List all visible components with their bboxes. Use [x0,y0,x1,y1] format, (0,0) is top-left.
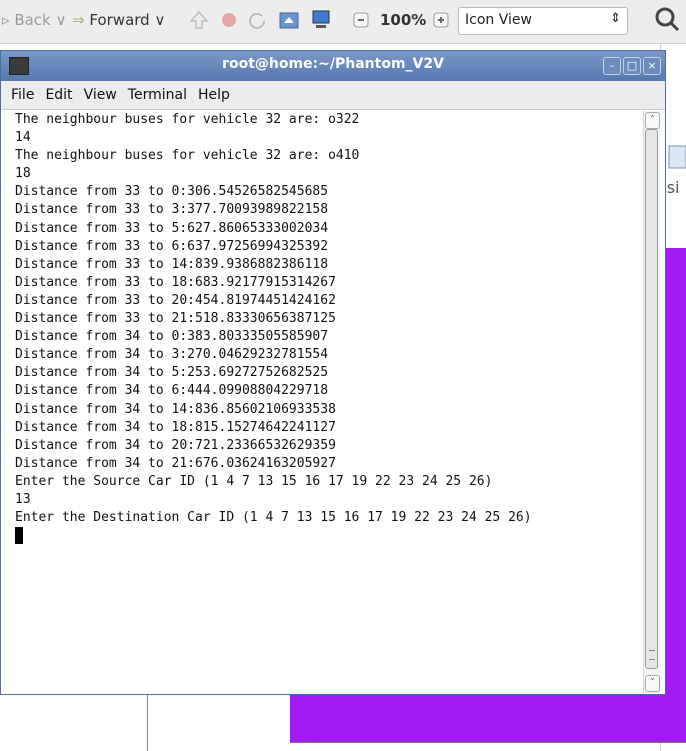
terminal-line: Enter the Source Car ID (1 4 7 13 15 16 … [15,473,493,489]
terminal-line: Distance from 34 to 14:836.8560210693353… [15,401,336,417]
computer-icon[interactable] [310,9,332,31]
terminal-line: Distance from 33 to 21:518.8333065638712… [15,311,336,327]
back-arrow-icon: ▹ [2,11,15,29]
zoom-in-icon[interactable] [430,9,452,31]
window-title: root@home:~/Phantom_V2V [222,56,444,72]
zoom-level: 100% [380,11,427,29]
terminal-line: 18 [15,166,31,182]
menu-edit[interactable]: Edit [39,81,77,103]
terminal-line: Distance from 34 to 21:676.0362416320592… [15,455,336,471]
zoom-out-icon[interactable] [350,9,372,31]
vertical-scrollbar[interactable]: ˄ ˅ [643,111,660,693]
terminal-line: The neighbour buses for vehicle 32 are: … [15,112,360,127]
terminal-prompt-line [15,527,639,545]
reload-icon[interactable] [246,9,268,31]
forward-arrow-icon: ⇒ [72,11,85,29]
menu-terminal[interactable]: Terminal [122,81,192,103]
terminal-line: Distance from 34 to 18:815.1527464224112… [15,419,336,435]
back-button[interactable]: ▹ Back ∨ [2,11,67,29]
text-cursor [15,527,23,545]
maximize-button[interactable]: □ [623,57,641,75]
menu-file[interactable]: File [1,81,39,103]
chevron-down-icon: ∨ [55,11,67,29]
view-mode-select[interactable]: Icon View ⇕ [458,7,628,35]
divider [147,690,148,751]
terminal-line: 14 [15,130,31,146]
forward-button[interactable]: ⇒ Forward ∨ [72,11,165,29]
terminal-line: Distance from 33 to 3:377.70093989822158 [15,202,329,218]
divider [290,742,686,743]
scroll-down-arrow-icon[interactable]: ˅ [645,675,660,692]
terminal-line: Distance from 33 to 0:306.54526582545685 [15,184,329,200]
terminal-line: Distance from 33 to 14:839.9386882386118 [15,256,329,272]
search-icon[interactable] [654,6,682,34]
menu-view[interactable]: View [78,81,122,103]
file-manager-toolbar: ▹ Back ∨ ⇒ Forward ∨ 100% Icon View ⇕ [0,0,686,44]
terminal-line: Distance from 34 to 5:253.69272752682525 [15,365,329,381]
terminal-line: Distance from 34 to 20:721.2336653262935… [15,437,336,453]
scroll-up-arrow-icon[interactable]: ˄ [645,112,660,129]
terminal-line: 13 [15,491,31,507]
folder-icon [668,145,686,169]
chevron-down-icon: ∨ [154,11,166,29]
terminal-line: Distance from 34 to 0:383.80333505585907 [15,329,329,345]
close-button[interactable]: × [643,57,661,75]
terminal-line: Distance from 33 to 20:454.8197445142416… [15,292,336,308]
terminal-line: Distance from 33 to 6:637.97256994325392 [15,238,329,254]
scrollbar-thumb[interactable] [645,129,658,669]
home-folder-icon[interactable] [278,9,300,31]
minimize-icon: – [609,59,615,72]
terminal-line: Distance from 34 to 3:270.04629232781554 [15,347,329,363]
terminal-output[interactable]: The neighbour buses for vehicle 32 are: … [15,111,639,696]
stop-icon[interactable] [218,9,240,31]
up-arrow-icon[interactable] [188,9,210,31]
terminal-line: Distance from 33 to 5:627.86065333002034 [15,220,329,236]
terminal-line: Distance from 33 to 18:683.9217791531426… [15,274,336,290]
terminal-line: The neighbour buses for vehicle 32 are: … [15,148,360,164]
terminal-line: Distance from 34 to 6:444.09908804229718 [15,383,329,399]
terminal-line: Enter the Destination Car ID (1 4 7 13 1… [15,510,532,526]
minimize-button[interactable]: – [603,57,621,75]
menu-bar: File Edit View Terminal Help [1,81,665,110]
close-icon: × [647,59,657,72]
menu-help[interactable]: Help [192,81,235,103]
terminal-titlebar[interactable]: root@home:~/Phantom_V2V – □ × [1,51,665,81]
terminal-window: root@home:~/Phantom_V2V – □ × File Edit Vi… [0,50,666,695]
select-arrows-icon: ⇕ [610,11,621,26]
maximize-icon: □ [626,59,638,72]
